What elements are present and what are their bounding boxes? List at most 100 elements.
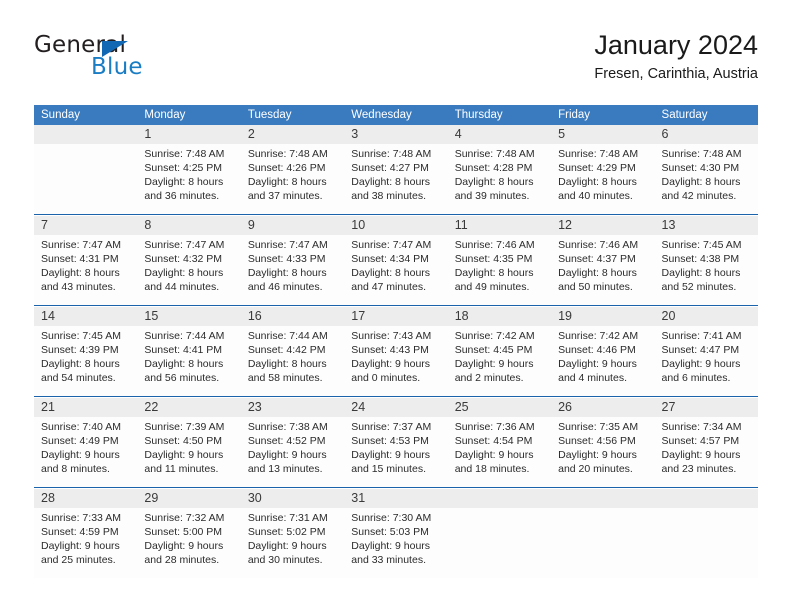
- day-cell[interactable]: [655, 508, 758, 578]
- daylight-text-line1: Daylight: 9 hours: [558, 449, 637, 461]
- day-number[interactable]: 31: [344, 489, 447, 508]
- day-number[interactable]: 12: [551, 216, 654, 235]
- day-number[interactable]: 8: [137, 216, 240, 235]
- day-number[interactable]: 7: [34, 216, 137, 235]
- daylight-text-line2: and 20 minutes.: [558, 463, 633, 475]
- day-number[interactable]: 21: [34, 398, 137, 417]
- day-cell[interactable]: Sunrise: 7:33 AM Sunset: 4:59 PM Dayligh…: [34, 508, 137, 578]
- sunrise-text: Sunrise: 7:48 AM: [247, 148, 328, 160]
- day-number[interactable]: 4: [448, 125, 551, 144]
- week-day-details: Sunrise: 7:33 AM Sunset: 4:59 PM Dayligh…: [34, 508, 758, 578]
- day-cell[interactable]: Sunrise: 7:35 AM Sunset: 4:56 PM Dayligh…: [551, 417, 654, 487]
- day-number[interactable]: 5: [551, 125, 654, 144]
- daylight-text-line1: Daylight: 8 hours: [558, 176, 637, 188]
- sunset-text: Sunset: 4:28 PM: [454, 162, 533, 174]
- day-cell[interactable]: Sunrise: 7:46 AM Sunset: 4:37 PM Dayligh…: [551, 235, 654, 305]
- day-number[interactable]: 3: [344, 125, 447, 144]
- day-cell[interactable]: [551, 508, 654, 578]
- day-number[interactable]: 10: [344, 216, 447, 235]
- day-number[interactable]: 11: [448, 216, 551, 235]
- day-cell[interactable]: Sunrise: 7:47 AM Sunset: 4:34 PM Dayligh…: [344, 235, 447, 305]
- day-number[interactable]: 1: [137, 125, 240, 144]
- day-number[interactable]: 19: [551, 307, 654, 326]
- daylight-text-line2: and 42 minutes.: [661, 190, 737, 202]
- sunset-text: Sunset: 4:38 PM: [661, 253, 740, 265]
- day-number[interactable]: 13: [655, 216, 758, 235]
- day-cell[interactable]: Sunrise: 7:48 AM Sunset: 4:26 PM Dayligh…: [241, 144, 344, 214]
- day-cell[interactable]: Sunrise: 7:47 AM Sunset: 4:33 PM Dayligh…: [241, 235, 344, 305]
- day-cell[interactable]: Sunrise: 7:48 AM Sunset: 4:28 PM Dayligh…: [448, 144, 551, 214]
- day-cell[interactable]: Sunrise: 7:34 AM Sunset: 4:57 PM Dayligh…: [655, 417, 758, 487]
- day-cell[interactable]: Sunrise: 7:31 AM Sunset: 5:02 PM Dayligh…: [241, 508, 344, 578]
- day-number[interactable]: 9: [241, 216, 344, 235]
- day-cell[interactable]: Sunrise: 7:36 AM Sunset: 4:54 PM Dayligh…: [448, 417, 551, 487]
- daylight-text-line2: and 56 minutes.: [144, 372, 220, 384]
- day-number[interactable]: 22: [137, 398, 240, 417]
- day-number[interactable]: [551, 489, 654, 508]
- day-number[interactable]: 18: [448, 307, 551, 326]
- daylight-text-line1: Daylight: 8 hours: [454, 176, 534, 188]
- day-number[interactable]: 30: [241, 489, 344, 508]
- day-cell[interactable]: Sunrise: 7:32 AM Sunset: 5:00 PM Dayligh…: [137, 508, 240, 578]
- sunset-text: Sunset: 4:25 PM: [144, 162, 223, 174]
- day-number[interactable]: [655, 489, 758, 508]
- day-cell[interactable]: Sunrise: 7:46 AM Sunset: 4:35 PM Dayligh…: [448, 235, 551, 305]
- daylight-text-line2: and 58 minutes.: [247, 372, 323, 384]
- day-cell[interactable]: Sunrise: 7:30 AM Sunset: 5:03 PM Dayligh…: [344, 508, 447, 578]
- day-number[interactable]: 16: [241, 307, 344, 326]
- day-cell[interactable]: Sunrise: 7:40 AM Sunset: 4:49 PM Dayligh…: [34, 417, 137, 487]
- day-cell[interactable]: Sunrise: 7:41 AM Sunset: 4:47 PM Dayligh…: [655, 326, 758, 396]
- day-cell[interactable]: Sunrise: 7:39 AM Sunset: 4:50 PM Dayligh…: [137, 417, 240, 487]
- day-number[interactable]: 20: [655, 307, 758, 326]
- daylight-text-line1: Daylight: 8 hours: [351, 176, 431, 188]
- sunrise-text: Sunrise: 7:45 AM: [41, 330, 121, 342]
- day-cell[interactable]: Sunrise: 7:43 AM Sunset: 4:43 PM Dayligh…: [344, 326, 447, 396]
- day-cell[interactable]: Sunrise: 7:48 AM Sunset: 4:27 PM Dayligh…: [344, 144, 447, 214]
- day-cell[interactable]: Sunrise: 7:44 AM Sunset: 4:42 PM Dayligh…: [241, 326, 344, 396]
- day-number[interactable]: 23: [241, 398, 344, 417]
- sunset-text: Sunset: 4:35 PM: [454, 253, 533, 265]
- general-blue-logo[interactable]: General Blue: [34, 32, 264, 88]
- day-cell[interactable]: Sunrise: 7:45 AM Sunset: 4:39 PM Dayligh…: [34, 326, 137, 396]
- day-cell[interactable]: [34, 144, 137, 214]
- day-cell[interactable]: [448, 508, 551, 578]
- day-number[interactable]: [448, 489, 551, 508]
- day-cell[interactable]: Sunrise: 7:47 AM Sunset: 4:32 PM Dayligh…: [137, 235, 240, 305]
- daylight-text-line1: Daylight: 8 hours: [144, 176, 224, 188]
- day-cell[interactable]: Sunrise: 7:42 AM Sunset: 4:45 PM Dayligh…: [448, 326, 551, 396]
- daylight-text-line2: and 8 minutes.: [41, 463, 110, 475]
- day-number[interactable]: 27: [655, 398, 758, 417]
- day-cell[interactable]: Sunrise: 7:48 AM Sunset: 4:29 PM Dayligh…: [551, 144, 654, 214]
- day-number[interactable]: 28: [34, 489, 137, 508]
- day-cell[interactable]: Sunrise: 7:37 AM Sunset: 4:53 PM Dayligh…: [344, 417, 447, 487]
- sunrise-text: Sunrise: 7:43 AM: [351, 330, 432, 342]
- day-cell[interactable]: Sunrise: 7:47 AM Sunset: 4:31 PM Dayligh…: [34, 235, 137, 305]
- day-number[interactable]: 24: [344, 398, 447, 417]
- title-block: January 2024 Fresen, Carinthia, Austria: [594, 28, 758, 85]
- day-number[interactable]: 26: [551, 398, 654, 417]
- day-number[interactable]: 17: [344, 307, 447, 326]
- daylight-text-line1: Daylight: 8 hours: [144, 358, 224, 370]
- daylight-text-line2: and 33 minutes.: [351, 554, 426, 566]
- week-day-numbers: 28 29 30 31: [34, 489, 758, 508]
- day-number[interactable]: 15: [137, 307, 240, 326]
- day-number[interactable]: 2: [241, 125, 344, 144]
- day-cell[interactable]: Sunrise: 7:45 AM Sunset: 4:38 PM Dayligh…: [655, 235, 758, 305]
- week-row: 1 2 3 4 5 6 Sunrise: 7:48 AM Sunset: 4:2…: [34, 125, 758, 215]
- day-cell[interactable]: Sunrise: 7:44 AM Sunset: 4:41 PM Dayligh…: [137, 326, 240, 396]
- day-cell[interactable]: Sunrise: 7:48 AM Sunset: 4:30 PM Dayligh…: [655, 144, 758, 214]
- day-cell[interactable]: Sunrise: 7:38 AM Sunset: 4:52 PM Dayligh…: [241, 417, 344, 487]
- weekday-header-monday: Monday: [144, 109, 186, 121]
- sunset-text: Sunset: 4:31 PM: [41, 253, 119, 265]
- daylight-text-line1: Daylight: 8 hours: [144, 267, 224, 279]
- day-number[interactable]: 25: [448, 398, 551, 417]
- day-cell[interactable]: Sunrise: 7:48 AM Sunset: 4:25 PM Dayligh…: [137, 144, 240, 214]
- sunset-text: Sunset: 5:00 PM: [144, 526, 223, 538]
- week-day-details: Sunrise: 7:47 AM Sunset: 4:31 PM Dayligh…: [34, 235, 758, 305]
- day-cell[interactable]: Sunrise: 7:42 AM Sunset: 4:46 PM Dayligh…: [551, 326, 654, 396]
- daylight-text-line1: Daylight: 8 hours: [661, 176, 741, 188]
- day-number[interactable]: [34, 125, 137, 144]
- day-number[interactable]: 29: [137, 489, 240, 508]
- day-number[interactable]: 6: [655, 125, 758, 144]
- day-number[interactable]: 14: [34, 307, 137, 326]
